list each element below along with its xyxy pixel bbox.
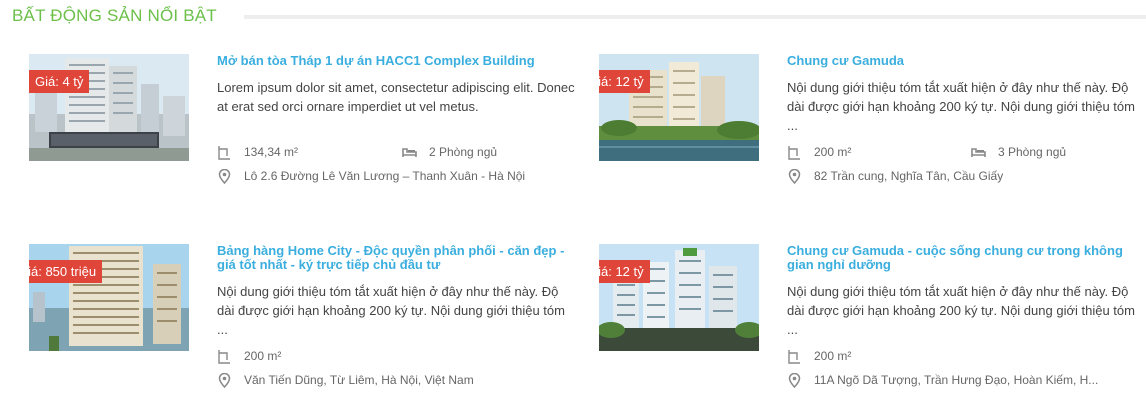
listing-card: Giá: 850 triệu Bảng hàng Home City - Độc… xyxy=(29,244,589,410)
area-spec: 134,34 m² xyxy=(217,144,298,160)
listing-description: Lorem ipsum dolor sit amet, consectetur … xyxy=(217,80,575,114)
listing-address-row: 82 Trần cung, Nghĩa Tân, Cầu Giấy xyxy=(787,168,1146,184)
listing-specs: 134,34 m² 2 Phòng ngủ xyxy=(217,144,577,160)
listing-specs: 200 m² xyxy=(787,348,1146,364)
listing-description: Nội dung giới thiệu tóm tắt xuất hiện ở … xyxy=(787,80,1135,133)
area-value: 200 m² xyxy=(244,349,282,363)
bedroom-spec: 2 Phòng ngủ xyxy=(402,144,497,160)
listing-body: Chung cư Gamuda Nội dung giới thiệu tóm … xyxy=(787,54,1146,184)
price-badge: Giá: 850 triệu xyxy=(29,260,103,283)
location-pin-icon xyxy=(788,168,801,184)
listing-specs: 200 m² 3 Phòng ngủ xyxy=(787,144,1146,160)
listing-title-link[interactable]: Chung cư Gamuda - cuộc sống chung cư tro… xyxy=(787,244,1146,272)
bed-icon xyxy=(971,147,986,157)
listing-address-row: Lô 2.6 Đường Lê Văn Lương – Thanh Xuân -… xyxy=(217,168,577,184)
listing-body: Chung cư Gamuda - cuộc sống chung cư tro… xyxy=(787,244,1146,388)
area-value: 200 m² xyxy=(814,349,852,363)
listing-title-link[interactable]: Mở bán tòa Tháp 1 dự án HACC1 Complex Bu… xyxy=(217,54,577,68)
area-icon xyxy=(218,145,230,160)
listing-card: Giá: 4 tỷ Mở bán tòa Tháp 1 dự án HACC1 … xyxy=(29,54,589,224)
listing-address-row: Văn Tiến Dũng, Từ Liêm, Hà Nội, Việt Nam xyxy=(217,372,577,388)
bedroom-spec: 3 Phòng ngủ xyxy=(971,144,1066,160)
address-text: Lô 2.6 Đường Lê Văn Lương – Thanh Xuân -… xyxy=(244,169,526,183)
location-pin-icon xyxy=(788,372,801,388)
listing-address-row: 11A Ngõ Dã Tượng, Trần Hưng Đạo, Hoàn Ki… xyxy=(787,372,1146,388)
address: Văn Tiến Dũng, Từ Liêm, Hà Nội, Việt Nam xyxy=(217,372,542,388)
listing-card: Giá: 12 tỷ Chung cư Gamuda - cuộc sống c… xyxy=(599,244,1146,410)
listing-body: Mở bán tòa Tháp 1 dự án HACC1 Complex Bu… xyxy=(217,54,577,184)
section-title: BẤT ĐỘNG SẢN NỔI BẬT xyxy=(12,6,217,25)
area-spec: 200 m² xyxy=(787,348,851,364)
address-text: Văn Tiến Dũng, Từ Liêm, Hà Nội, Việt Nam xyxy=(244,373,474,387)
bed-icon xyxy=(402,147,417,157)
listing-title-link[interactable]: Chung cư Gamuda xyxy=(787,54,1146,68)
bedroom-value: 3 Phòng ngủ xyxy=(998,145,1067,159)
area-icon xyxy=(218,349,230,364)
address-text: 11A Ngõ Dã Tượng, Trần Hưng Đạo, Hoàn Ki… xyxy=(814,373,1099,387)
address: Lô 2.6 Đường Lê Văn Lương – Thanh Xuân -… xyxy=(217,168,542,184)
area-spec: 200 m² xyxy=(217,348,281,364)
listing-description: Nội dung giới thiệu tóm tắt xuất hiện ở … xyxy=(217,284,565,337)
area-icon xyxy=(788,349,800,364)
price-badge: Giá: 12 tỷ xyxy=(599,70,650,93)
location-pin-icon xyxy=(218,168,231,184)
listing-description: Nội dung giới thiệu tóm tắt xuất hiện ở … xyxy=(787,284,1135,337)
location-pin-icon xyxy=(218,372,231,388)
price-badge: Giá: 4 tỷ xyxy=(29,70,90,93)
address: 82 Trần cung, Nghĩa Tân, Cầu Giấy xyxy=(787,168,1112,184)
listing-thumbnail[interactable]: Giá: 12 tỷ xyxy=(599,244,759,351)
price-badge: Giá: 12 tỷ xyxy=(599,260,650,283)
area-icon xyxy=(788,145,800,160)
section-divider xyxy=(244,15,1146,19)
listing-specs: 200 m² xyxy=(217,348,577,364)
listing-thumbnail[interactable]: Giá: 4 tỷ xyxy=(29,54,189,161)
listing-body: Bảng hàng Home City - Độc quyền phân phố… xyxy=(217,244,577,388)
bedroom-value: 2 Phòng ngủ xyxy=(429,145,498,159)
listing-title-link[interactable]: Bảng hàng Home City - Độc quyền phân phố… xyxy=(217,244,577,272)
area-spec: 200 m² xyxy=(787,144,851,160)
section-header: BẤT ĐỘNG SẢN NỔI BẬT xyxy=(0,0,1146,32)
address-text: 82 Trần cung, Nghĩa Tân, Cầu Giấy xyxy=(814,169,1004,183)
area-value: 134,34 m² xyxy=(244,145,299,159)
listing-thumbnail[interactable]: Giá: 850 triệu xyxy=(29,244,189,351)
listing-card: Giá: 12 tỷ Chung cư Gamuda Nội dung giới… xyxy=(599,54,1146,224)
listing-thumbnail[interactable]: Giá: 12 tỷ xyxy=(599,54,759,161)
area-value: 200 m² xyxy=(814,145,852,159)
address: 11A Ngõ Dã Tượng, Trần Hưng Đạo, Hoàn Ki… xyxy=(787,372,1112,388)
